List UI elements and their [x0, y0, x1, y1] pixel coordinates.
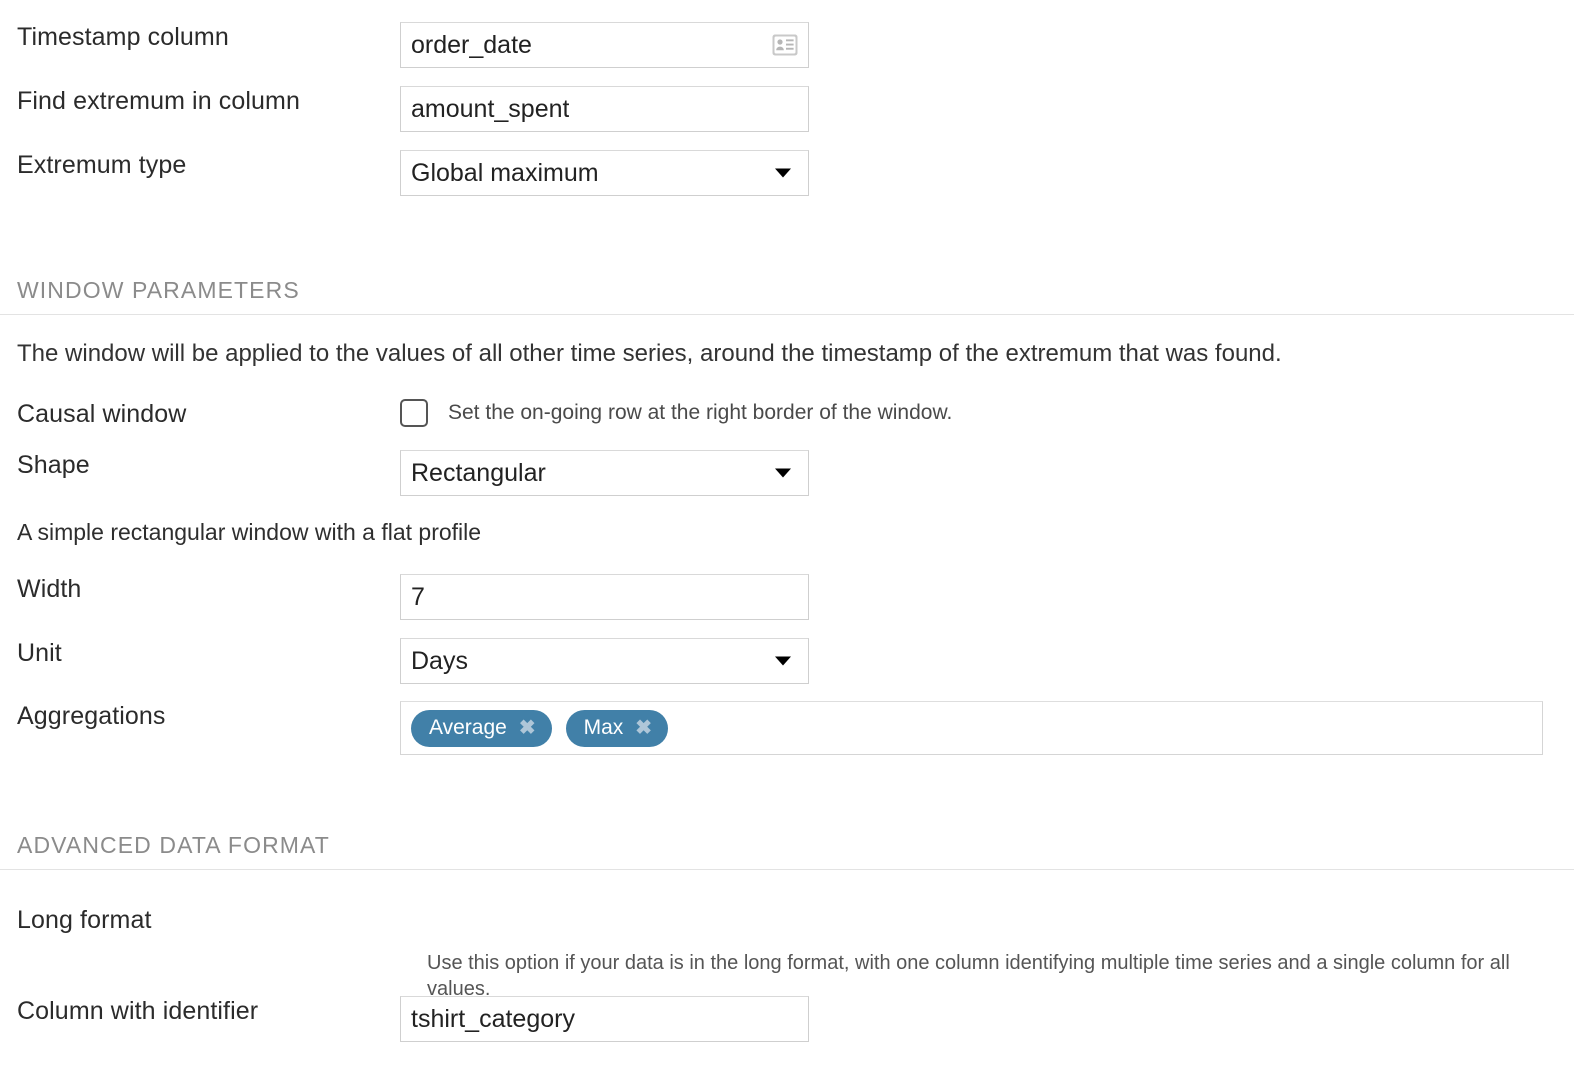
find-extremum-column-input[interactable]: amount_spent [400, 86, 809, 132]
chevron-down-icon [775, 656, 791, 666]
unit-control: Days [400, 638, 1574, 684]
column-with-identifier-value: tshirt_category [411, 1005, 575, 1033]
timestamp-column-label: Timestamp column [17, 23, 229, 51]
width-value: 7 [411, 583, 425, 611]
width-input[interactable]: 7 [400, 574, 809, 620]
field-row-column-with-identifier: Column with identifier tshirt_category [0, 996, 1574, 1042]
settings-form-panel: Timestamp column order_date Find extremu… [0, 0, 1574, 1066]
section-window-parameters: WINDOW PARAMETERS [0, 276, 1574, 315]
shape-description: A simple rectangular window with a flat … [17, 519, 482, 545]
causal-window-control: Set the on-going row at the right border… [400, 399, 1574, 427]
timestamp-column-value: order_date [411, 31, 532, 59]
aggregations-tag-input[interactable]: Average ✖ Max ✖ [400, 701, 1543, 755]
causal-window-checkbox-line: Set the on-going row at the right border… [400, 399, 1574, 427]
causal-window-help: Set the on-going row at the right border… [448, 401, 953, 424]
causal-window-checkbox[interactable] [400, 399, 428, 427]
shape-control: Rectangular [400, 450, 1574, 496]
column-with-identifier-input[interactable]: tshirt_category [400, 996, 809, 1042]
find-extremum-column-value: amount_spent [411, 95, 570, 123]
shape-select[interactable]: Rectangular [400, 450, 809, 496]
field-row-width: Width 7 [0, 574, 1574, 620]
field-row-long-format: Long format [0, 905, 1574, 935]
find-extremum-column-label: Find extremum in column [17, 87, 300, 115]
extremum-type-control: Global maximum [400, 150, 1574, 196]
long-format-label: Long format [17, 906, 152, 934]
column-with-identifier-control: tshirt_category [400, 996, 1574, 1042]
window-parameters-description: The window will be applied to the values… [17, 340, 1282, 367]
aggregations-label: Aggregations [17, 702, 166, 730]
width-label: Width [17, 575, 82, 603]
find-extremum-column-control: amount_spent [400, 86, 1574, 132]
section-divider [0, 869, 1574, 870]
timestamp-column-input[interactable]: order_date [400, 22, 809, 68]
shape-value: Rectangular [411, 459, 546, 487]
field-row-timestamp-column: Timestamp column order_date [0, 22, 1574, 68]
unit-label: Unit [17, 639, 62, 667]
field-row-shape: Shape Rectangular [0, 450, 1574, 496]
extremum-type-select[interactable]: Global maximum [400, 150, 809, 196]
field-row-extremum-type: Extremum type Global maximum [0, 150, 1574, 196]
chevron-down-icon [775, 468, 791, 478]
remove-tag-icon[interactable]: ✖ [519, 718, 536, 738]
unit-value: Days [411, 647, 468, 675]
section-advanced-data-format: ADVANCED DATA FORMAT [0, 831, 1574, 870]
width-control: 7 [400, 574, 1574, 620]
tag-label: Max [583, 715, 624, 739]
field-row-unit: Unit Days [0, 638, 1574, 684]
field-row-find-extremum-in-column: Find extremum in column amount_spent [0, 86, 1574, 132]
long-format-help: Use this option if your data is in the l… [427, 952, 1510, 1000]
field-row-aggregations: Aggregations Average ✖ Max ✖ [0, 701, 1574, 755]
extremum-type-value: Global maximum [411, 159, 599, 187]
unit-select[interactable]: Days [400, 638, 809, 684]
tag-item[interactable]: Average ✖ [411, 709, 552, 747]
remove-tag-icon[interactable]: ✖ [635, 718, 652, 738]
field-row-causal-window: Causal window Set the on-going row at th… [0, 399, 1574, 429]
causal-window-label: Causal window [17, 400, 187, 428]
tag-label: Average [429, 715, 507, 739]
window-parameters-title: WINDOW PARAMETERS [17, 277, 300, 303]
extremum-type-label: Extremum type [17, 151, 187, 179]
column-with-identifier-label: Column with identifier [17, 997, 259, 1025]
aggregations-control: Average ✖ Max ✖ [400, 701, 1574, 755]
tag-item[interactable]: Max ✖ [565, 709, 669, 747]
id-card-icon[interactable] [772, 34, 798, 56]
section-divider [0, 314, 1574, 315]
chevron-down-icon [775, 168, 791, 178]
shape-label: Shape [17, 451, 90, 479]
advanced-data-format-title: ADVANCED DATA FORMAT [17, 832, 330, 858]
timestamp-column-control: order_date [400, 22, 1574, 68]
